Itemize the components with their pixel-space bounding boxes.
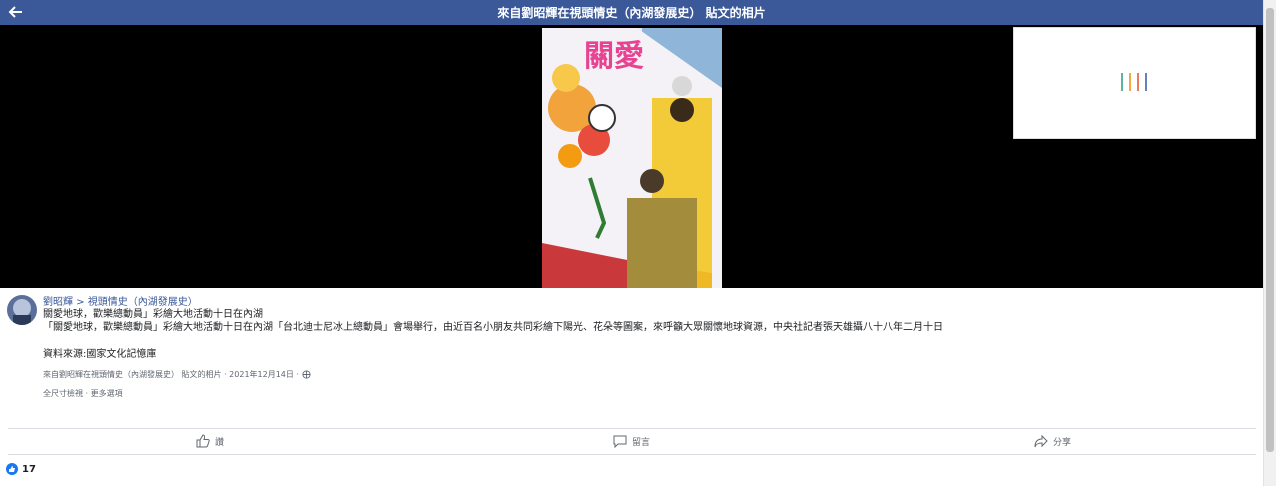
scrollbar-thumb[interactable]: [1266, 8, 1274, 452]
share-button[interactable]: 分享: [1034, 434, 1071, 448]
post-text-line: 關愛地球，歡樂總動員」彩繪大地活動十日在內湖: [43, 309, 263, 320]
post-text: 關愛地球，歡樂總動員」彩繪大地活動十日在內湖 「關愛地球，歡樂總動員」彩繪大地活…: [43, 308, 1243, 361]
globe-icon: [301, 370, 311, 379]
loading-popup: [1013, 27, 1256, 139]
page-title: 來自劉昭輝在視頭情史（內湖發展史） 貼文的相片: [497, 6, 766, 20]
post-text-line: 「關愛地球，歡樂總動員」彩繪大地活動十日在內湖「台北迪士尼冰上總動員」會場舉行，…: [43, 322, 943, 333]
avatar[interactable]: [7, 295, 37, 325]
photo-viewer-header: 來自劉昭輝在視頭情史（內湖發展史） 貼文的相片: [0, 0, 1263, 25]
banner-text: 關愛: [584, 39, 644, 74]
share-label: 分享: [1053, 437, 1072, 448]
like-button[interactable]: 讚: [196, 434, 224, 448]
post-text-line: 資料來源:國家文化記憶庫: [43, 349, 157, 360]
comment-icon: [613, 435, 627, 448]
reaction-summary[interactable]: 17: [6, 463, 36, 475]
post-meta-text: 來自劉昭輝在視頭情史（內湖發展史） 貼文的相片 · 2021年12月14日 ·: [43, 370, 299, 379]
share-icon: [1034, 434, 1048, 448]
like-reaction-icon: [6, 463, 18, 475]
photo-options[interactable]: 全尺寸檢視 · 更多選項: [43, 388, 123, 399]
thumbs-up-icon: [196, 434, 210, 448]
like-label: 讚: [215, 437, 225, 448]
reaction-count: 17: [22, 463, 36, 475]
post-actions: 讚 留言 分享: [8, 428, 1256, 455]
comment-label: 留言: [632, 437, 651, 448]
loading-indicator: [1121, 73, 1153, 95]
post-meta: 來自劉昭輝在視頭情史（內湖發展史） 貼文的相片 · 2021年12月14日 ·: [43, 369, 311, 380]
comment-button[interactable]: 留言: [613, 434, 650, 448]
post-photo[interactable]: 關愛: [542, 28, 722, 288]
page-scrollbar[interactable]: [1263, 0, 1276, 486]
post-details: 劉昭輝 > 視頭情史（內湖發展史） 關愛地球，歡樂總動員」彩繪大地活動十日在內湖…: [0, 288, 1263, 486]
post-author[interactable]: 劉昭輝 > 視頭情史（內湖發展史）: [43, 293, 198, 308]
photo-viewer: 關愛: [0, 25, 1263, 288]
